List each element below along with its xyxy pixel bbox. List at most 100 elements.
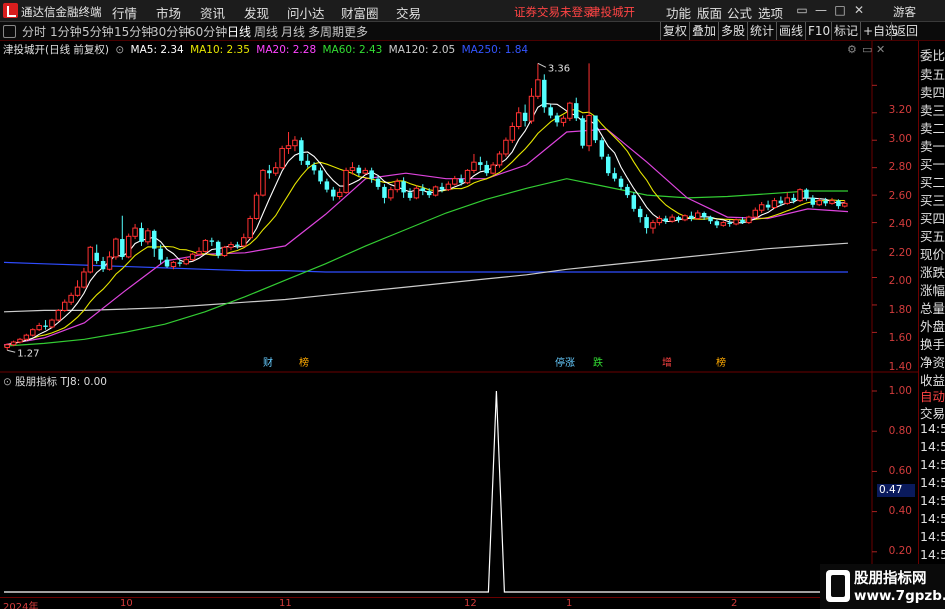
mark-button[interactable]: 标记 (831, 22, 860, 40)
maximize-icon[interactable]: □ (831, 3, 849, 18)
menu-wenxiaoda[interactable]: 问小达 (287, 3, 325, 22)
candle-body (311, 164, 317, 171)
candle-body (452, 178, 458, 185)
candle-body (4, 344, 10, 349)
candle-body (87, 246, 94, 273)
tab-daily[interactable]: 日线 (227, 23, 251, 40)
candle-body (158, 248, 163, 260)
ma60-label: MA60: 2.43 (322, 44, 383, 56)
overlay-button[interactable]: 叠加 (689, 22, 718, 40)
quote-panel: 委比 卖五 卖四 卖三 卖二 卖一 买一 买二 买三 买四 买五 现价 涨跌 涨… (918, 41, 945, 592)
close-icon[interactable]: ✕ (850, 3, 868, 18)
minimize-icon[interactable]: — (812, 3, 830, 18)
tab-more[interactable]: 更多 (344, 23, 368, 40)
menu-jiaoyi[interactable]: 交易 (396, 3, 421, 22)
candle-body (145, 230, 151, 243)
indicator-tick: 1.00 (888, 385, 912, 397)
event-marker[interactable]: 财 (262, 358, 274, 370)
candle-body (196, 250, 202, 255)
candle-body (612, 173, 617, 179)
tab-60min[interactable]: 60分钟 (188, 23, 227, 40)
indicator-title: 股朋指标 (15, 376, 58, 388)
multi-stock-button[interactable]: 多股 (718, 22, 747, 40)
candle-body (631, 195, 637, 209)
minimize-panel-icon[interactable]: ▭ (862, 43, 872, 56)
statistics-button[interactable]: 统计 (747, 22, 776, 40)
menu-hangqing[interactable]: 行情 (112, 3, 137, 22)
candle-body (784, 197, 790, 204)
tab-30min[interactable]: 30分钟 (151, 23, 190, 40)
settings-icon[interactable]: ⚙ (847, 43, 857, 56)
candle-body (548, 107, 553, 116)
tab-multi-period[interactable]: 多周期 (308, 23, 344, 40)
tab-5min[interactable]: 5分钟 (82, 23, 114, 40)
event-marker[interactable]: 跌 (592, 358, 604, 370)
function-button[interactable]: 功能 (666, 3, 691, 22)
candle-body (439, 186, 445, 190)
app-logo-icon (3, 3, 18, 18)
candle-body (375, 178, 381, 187)
tab-monthly[interactable]: 月线 (281, 23, 305, 40)
back-button[interactable]: 返回 (891, 22, 920, 40)
candle-body (618, 178, 624, 187)
candle-body (669, 216, 675, 222)
crosshair-value-marker: 0.47 (877, 484, 915, 497)
candle-body (574, 103, 579, 119)
candle-body (209, 240, 215, 242)
indicator-toggle-icon[interactable]: ⊙ (3, 376, 12, 388)
candle-body (599, 140, 605, 157)
candle-body (221, 246, 228, 257)
draw-line-button[interactable]: 画线 (776, 22, 805, 40)
candle-body (823, 200, 828, 204)
event-marker[interactable]: 榜 (298, 358, 310, 370)
period-toolbar: 分时 1分钟 5分钟 15分钟 30分钟 60分钟 日线 周线 月线 多周期 更… (0, 22, 945, 41)
period-menu-icon[interactable] (3, 25, 16, 38)
tab-15min[interactable]: 15分钟 (114, 23, 153, 40)
tab-weekly[interactable]: 周线 (254, 23, 278, 40)
candle-body (714, 221, 720, 226)
ma60-line (3, 178, 848, 347)
candle-body (663, 218, 669, 222)
candle-body (388, 189, 394, 199)
formula-button[interactable]: 公式 (727, 3, 752, 22)
close-panel-icon[interactable]: ✕ (876, 43, 885, 56)
quote-label: 买五 (920, 229, 945, 244)
tab-fenshi[interactable]: 分时 (22, 23, 46, 40)
trading-login-warning[interactable]: 证券交易未登录 (514, 4, 595, 20)
kline-chart[interactable]: 3.36 1.27 (0, 41, 918, 373)
candle-body (791, 197, 796, 201)
menu-caifuquan[interactable]: 财富圈 (341, 3, 379, 22)
layout-button[interactable]: 版面 (697, 3, 722, 22)
menu-zixun[interactable]: 资讯 (200, 3, 225, 22)
price-tick: 2.60 (888, 190, 912, 202)
candle-body (356, 167, 362, 174)
guest-login[interactable]: 游客 (893, 4, 916, 20)
f10-button[interactable]: F10 (805, 22, 832, 40)
adjust-button[interactable]: 复权 (660, 22, 689, 40)
price-tick: 3.20 (888, 104, 912, 116)
candle-body (139, 228, 144, 242)
menu-shichang[interactable]: 市场 (156, 3, 181, 22)
tab-1min[interactable]: 1分钟 (50, 23, 82, 40)
options-button[interactable]: 选项 (758, 3, 783, 22)
indicator-chart[interactable] (0, 373, 918, 597)
event-marker[interactable]: 增 (661, 358, 673, 370)
candle-body (758, 204, 765, 211)
candle-body (650, 222, 656, 229)
quote-label: 卖四 (920, 85, 945, 100)
menu-faxian[interactable]: 发现 (244, 3, 269, 22)
legend-toggle-icon[interactable]: ⊙ (115, 44, 124, 56)
window-icon[interactable]: ▭ (793, 3, 811, 18)
current-stock-name: 津投城开 (589, 5, 635, 19)
candle-body (816, 200, 822, 206)
candle-body (43, 325, 48, 327)
candle-body (689, 215, 694, 219)
event-marker[interactable]: 停涨 (554, 358, 576, 370)
event-marker[interactable]: 榜 (715, 358, 727, 370)
candle-body (292, 139, 298, 147)
chart-title: 津投城开(日线 前复权) (3, 44, 110, 56)
high-annotation-line (537, 62, 547, 68)
candle-body (55, 309, 62, 321)
candle-body (285, 145, 292, 149)
candle-body (336, 191, 343, 198)
